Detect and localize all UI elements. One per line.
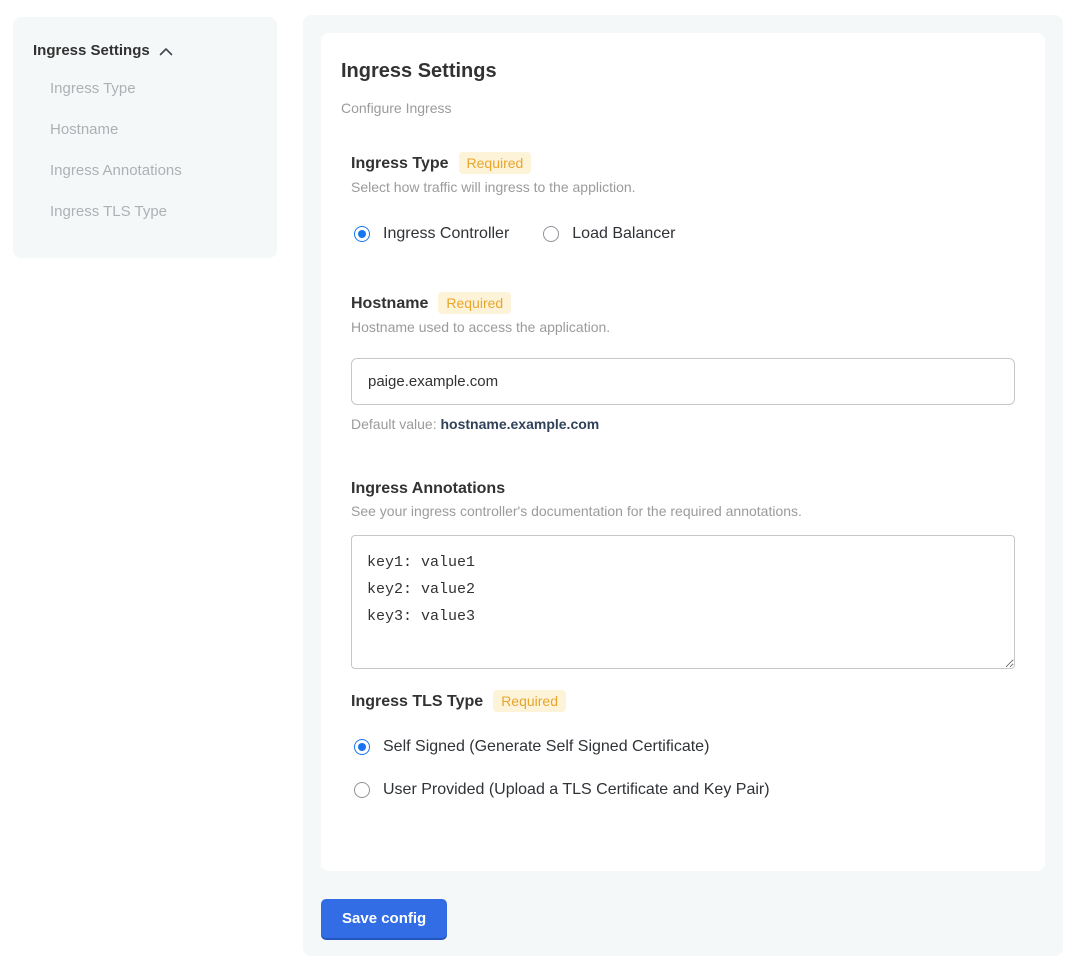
annotations-textarea[interactable]: key1: value1 key2: value2 key3: value3 [351,535,1015,669]
field-group-ingress-tls-type: Ingress TLS Type Required Self Signed (G… [351,690,1015,799]
page-description: Configure Ingress [341,100,1015,116]
hostname-default-value: Default value: hostname.example.com [351,416,1015,432]
sidebar-group-label: Ingress Settings [33,42,150,59]
required-badge: Required [459,152,532,174]
radio-selected-icon [354,226,370,242]
field-label-row: Ingress Annotations [351,479,1015,498]
hostname-input[interactable] [351,358,1015,405]
field-label-ingress-type: Ingress Type [351,154,449,173]
radio-label: Ingress Controller [383,225,509,243]
chevron-up-icon [159,47,173,56]
field-help-ingress-type: Select how traffic will ingress to the a… [351,179,1015,195]
radio-unselected-icon [543,226,559,242]
config-nav-sidebar: Ingress Settings Ingress Type Hostname I… [13,17,277,258]
field-label-row: Ingress Type Required [351,152,1015,174]
required-badge: Required [493,690,566,712]
default-value-text: hostname.example.com [441,416,600,432]
config-card: Ingress Settings Configure Ingress Ingre… [321,33,1045,871]
field-label-ingress-tls-type: Ingress TLS Type [351,692,483,711]
page-title: Ingress Settings [341,60,1015,83]
field-label-ingress-annotations: Ingress Annotations [351,479,505,498]
field-group-ingress-annotations: Ingress Annotations See your ingress con… [351,479,1015,669]
radio-option-load-balancer[interactable]: Load Balancer [543,225,675,243]
config-area: Ingress Settings Configure Ingress Ingre… [303,15,1063,956]
field-label-row: Ingress TLS Type Required [351,690,1015,712]
sidebar-item-ingress-type[interactable]: Ingress Type [33,70,257,107]
required-badge: Required [438,292,511,314]
radio-unselected-icon [354,782,370,798]
sidebar-item-ingress-annotations[interactable]: Ingress Annotations [33,152,257,189]
field-group-ingress-type: Ingress Type Required Select how traffic… [351,152,1015,243]
tls-type-radio-group: Self Signed (Generate Self Signed Certif… [354,738,1015,799]
sidebar-item-ingress-tls-type[interactable]: Ingress TLS Type [33,193,257,230]
field-group-hostname: Hostname Required Hostname used to acces… [351,292,1015,432]
default-value-prefix: Default value: [351,416,441,432]
radio-label: Load Balancer [572,225,675,243]
radio-label: Self Signed (Generate Self Signed Certif… [383,738,709,756]
radio-option-user-provided[interactable]: User Provided (Upload a TLS Certificate … [354,781,1015,799]
page-layout: Ingress Settings Ingress Type Hostname I… [0,0,1090,978]
field-label-row: Hostname Required [351,292,1015,314]
ingress-type-radio-group: Ingress Controller Load Balancer [354,225,1015,243]
field-label-hostname: Hostname [351,294,428,313]
save-config-button[interactable]: Save config [321,899,447,938]
radio-selected-icon [354,739,370,755]
radio-option-ingress-controller[interactable]: Ingress Controller [354,225,509,243]
field-help-ingress-annotations: See your ingress controller's documentat… [351,503,1015,519]
sidebar-item-hostname[interactable]: Hostname [33,111,257,148]
sidebar-group-ingress-settings[interactable]: Ingress Settings [33,42,257,59]
field-help-hostname: Hostname used to access the application. [351,319,1015,335]
radio-option-self-signed[interactable]: Self Signed (Generate Self Signed Certif… [354,738,1015,756]
sidebar-item-list: Ingress Type Hostname Ingress Annotation… [33,70,257,230]
radio-label: User Provided (Upload a TLS Certificate … [383,781,770,799]
